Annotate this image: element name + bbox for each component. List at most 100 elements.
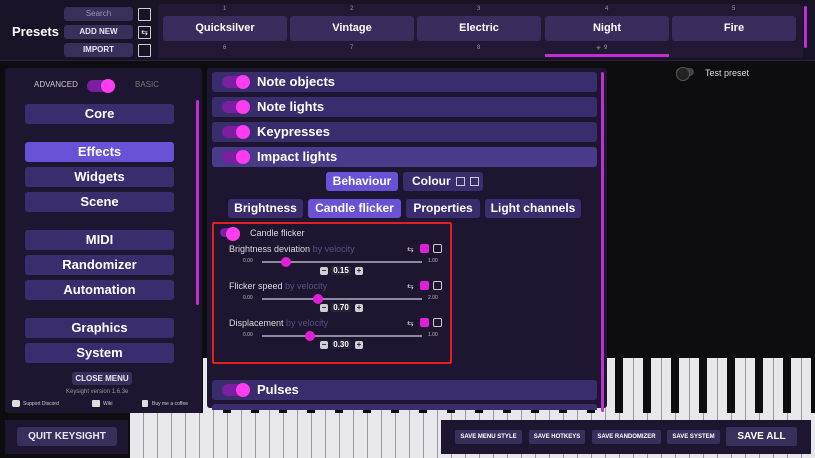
coffee-link[interactable]: Buy me a coffee bbox=[152, 401, 188, 407]
preset-num: 6 bbox=[223, 45, 227, 51]
slider-max: 2.00 bbox=[428, 295, 438, 301]
increment-button[interactable]: + bbox=[355, 304, 363, 312]
slider-value[interactable]: 0.15 bbox=[331, 266, 351, 275]
candle-flicker-toggle[interactable] bbox=[220, 227, 240, 241]
curve-icon[interactable] bbox=[433, 318, 442, 327]
preset-night[interactable]: Night bbox=[545, 16, 669, 41]
slider-name: Displacement bbox=[229, 318, 284, 328]
discord-link[interactable]: Support Discord bbox=[23, 401, 59, 407]
nav-automation[interactable]: Automation bbox=[25, 280, 174, 300]
section-label: Note objects bbox=[257, 74, 336, 89]
nav-effects[interactable]: Effects bbox=[25, 142, 174, 162]
nav-midi[interactable]: MIDI bbox=[25, 230, 174, 250]
curve-icon[interactable] bbox=[433, 244, 442, 253]
impact-lights-toggle[interactable] bbox=[222, 150, 250, 164]
keypresses-toggle[interactable] bbox=[222, 125, 250, 139]
tab-candle-flicker[interactable]: Candle flicker bbox=[308, 199, 401, 218]
save-all-button[interactable]: SAVE ALL bbox=[726, 427, 797, 446]
nav-scene[interactable]: Scene bbox=[25, 192, 174, 212]
velocity-icon[interactable] bbox=[420, 281, 429, 290]
velocity-icon[interactable] bbox=[420, 244, 429, 253]
curve-icon[interactable] bbox=[433, 281, 442, 290]
mode-toggle[interactable] bbox=[87, 79, 115, 93]
nav-randomizer[interactable]: Randomizer bbox=[25, 255, 174, 275]
increment-button[interactable]: + bbox=[355, 341, 363, 349]
preset-num: 7 bbox=[350, 45, 354, 51]
close-menu-button[interactable]: CLOSE MENU bbox=[72, 372, 132, 385]
section-note-lights[interactable]: Note lights bbox=[212, 97, 597, 117]
nav-core[interactable]: Core bbox=[25, 104, 174, 124]
decrement-button[interactable]: − bbox=[320, 304, 328, 312]
velocity-icon[interactable] bbox=[420, 318, 429, 327]
coffee-icon[interactable] bbox=[142, 400, 148, 407]
section-pulses[interactable]: Pulses bbox=[212, 380, 597, 400]
discord-icon[interactable] bbox=[12, 400, 20, 407]
preset-vintage[interactable]: Vintage bbox=[290, 16, 414, 41]
wiki-link[interactable]: Wiki bbox=[103, 401, 112, 407]
test-preset-toggle[interactable] bbox=[676, 67, 694, 81]
reset-icon[interactable]: ⇆ bbox=[407, 319, 414, 328]
nav-system[interactable]: System bbox=[25, 343, 174, 363]
slider-max: 1.00 bbox=[428, 258, 438, 264]
tab-light-channels[interactable]: Light channels bbox=[485, 199, 581, 218]
add-new-button[interactable]: ADD NEW bbox=[64, 25, 133, 39]
slider-max: 1.00 bbox=[428, 332, 438, 338]
sidebar-scrollbar[interactable] bbox=[196, 100, 199, 305]
section-impact-lights[interactable]: Impact lights bbox=[212, 147, 597, 167]
test-preset-label: Test preset bbox=[705, 68, 750, 78]
save-randomizer-button[interactable]: SAVE RANDOMIZER bbox=[592, 430, 661, 444]
subtab-behaviour[interactable]: Behaviour bbox=[326, 172, 398, 191]
slider-value[interactable]: 0.70 bbox=[331, 303, 351, 312]
slider-value[interactable]: 0.30 bbox=[331, 340, 351, 349]
preset-fire[interactable]: Fire bbox=[672, 16, 796, 41]
preset-scrollbar[interactable] bbox=[804, 6, 807, 48]
preset-num: 3 bbox=[477, 6, 481, 12]
slider-min: 0.00 bbox=[243, 258, 253, 264]
preset-row2-highlight bbox=[545, 54, 669, 57]
version-text: Keysight version 1.6.3e bbox=[66, 389, 129, 395]
wiki-icon[interactable] bbox=[92, 400, 100, 407]
reset-icon[interactable]: ⇆ bbox=[407, 245, 414, 254]
slider-suffix[interactable]: by velocity bbox=[285, 281, 327, 291]
save-menu-style-button[interactable]: SAVE MENU STYLE bbox=[455, 430, 522, 444]
slider-label: Displacement by velocity bbox=[229, 318, 328, 328]
decrement-button[interactable]: − bbox=[320, 341, 328, 349]
next-section-edge bbox=[212, 404, 597, 410]
slider-knob[interactable] bbox=[281, 257, 291, 267]
import-button[interactable]: IMPORT bbox=[64, 43, 133, 57]
decrement-button[interactable]: − bbox=[320, 267, 328, 275]
swap-icon[interactable]: ⇆ bbox=[138, 26, 151, 39]
preset-electric[interactable]: Electric bbox=[417, 16, 541, 41]
note-lights-toggle[interactable] bbox=[222, 100, 250, 114]
folder-icon[interactable] bbox=[138, 8, 151, 21]
tab-properties[interactable]: Properties bbox=[406, 199, 480, 218]
nav-graphics[interactable]: Graphics bbox=[25, 318, 174, 338]
save-preset-icon[interactable] bbox=[138, 44, 151, 57]
candle-flicker-label: Candle flicker bbox=[250, 228, 305, 238]
slider-knob[interactable] bbox=[305, 331, 315, 341]
pulses-toggle[interactable] bbox=[222, 383, 250, 397]
copy-icon[interactable] bbox=[456, 177, 465, 186]
increment-button[interactable]: + bbox=[355, 267, 363, 275]
slider-track[interactable] bbox=[262, 298, 422, 300]
save-hotkeys-button[interactable]: SAVE HOTKEYS bbox=[529, 430, 585, 444]
section-note-objects[interactable]: Note objects bbox=[212, 72, 597, 92]
preset-num: 9 bbox=[604, 45, 608, 51]
quit-button[interactable]: QUIT KEYSIGHT bbox=[17, 427, 117, 446]
save-system-button[interactable]: SAVE SYSTEM bbox=[667, 430, 720, 444]
search-input[interactable]: Search bbox=[64, 7, 133, 21]
preset-quicksilver[interactable]: Quicksilver bbox=[163, 16, 287, 41]
note-objects-toggle[interactable] bbox=[222, 75, 250, 89]
nav-widgets[interactable]: Widgets bbox=[25, 167, 174, 187]
main-scrollbar[interactable] bbox=[601, 72, 604, 412]
slider-label: Brightness deviation by velocity bbox=[229, 244, 355, 254]
slider-min: 0.00 bbox=[243, 295, 253, 301]
section-keypresses[interactable]: Keypresses bbox=[212, 122, 597, 142]
slider-suffix[interactable]: by velocity bbox=[313, 244, 355, 254]
tab-brightness[interactable]: Brightness bbox=[228, 199, 303, 218]
preset-num: 5 bbox=[732, 6, 736, 12]
reset-icon[interactable]: ⇆ bbox=[407, 282, 414, 291]
slider-track[interactable] bbox=[262, 335, 422, 337]
slider-suffix[interactable]: by velocity bbox=[286, 318, 328, 328]
paste-icon[interactable] bbox=[470, 177, 479, 186]
